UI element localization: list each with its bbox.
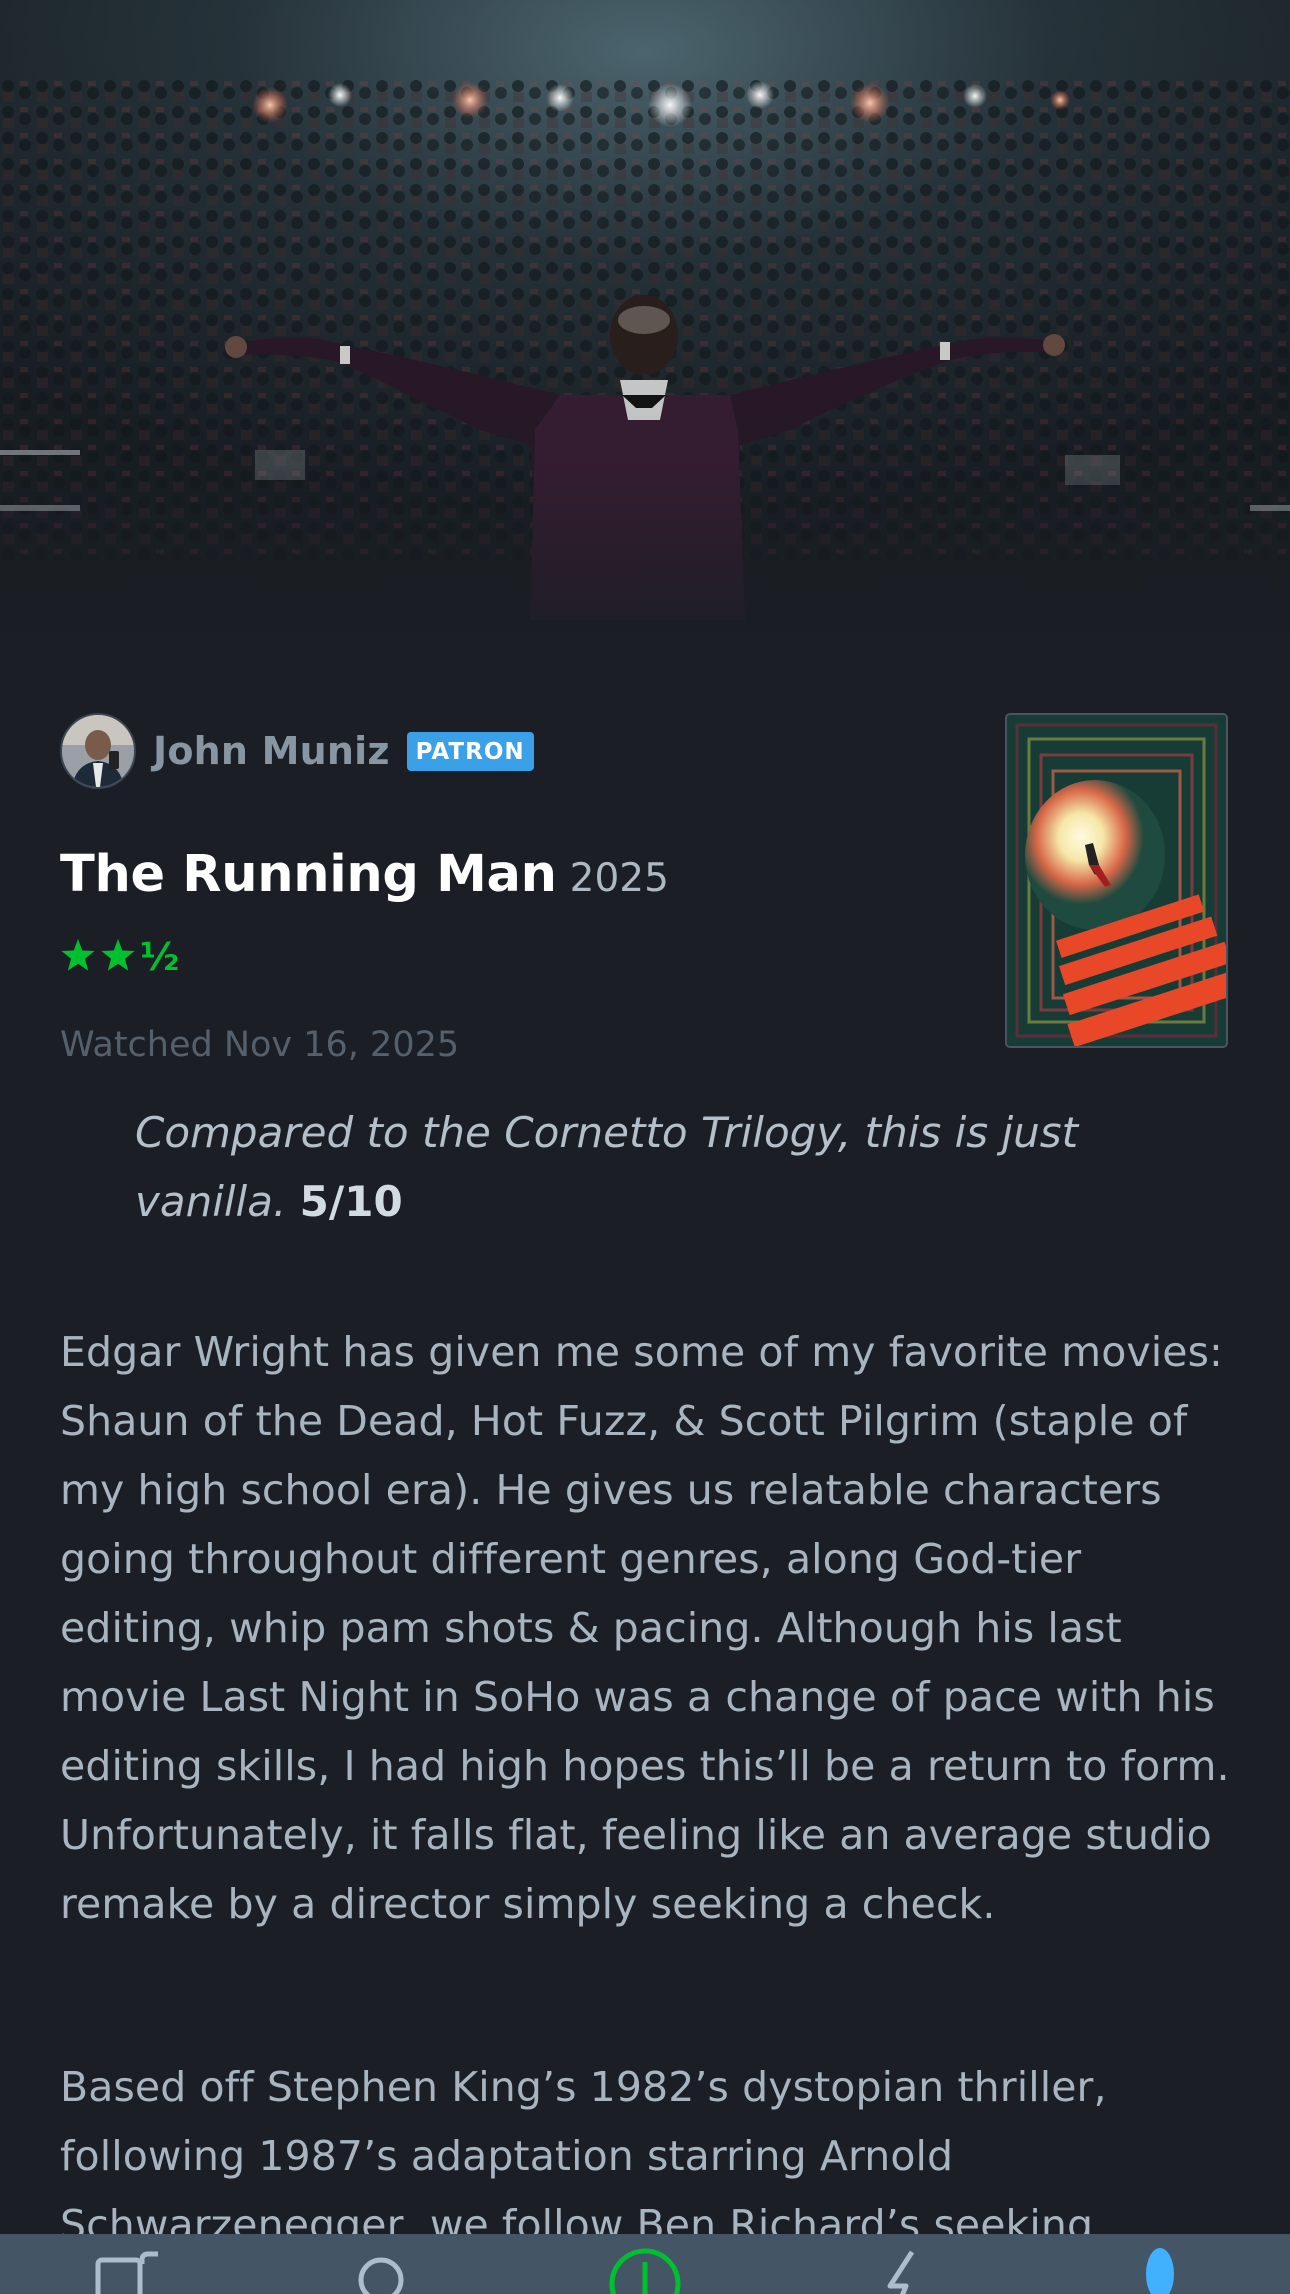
review-paragraph: Edgar Wright has given me some of my fav… (60, 1328, 1230, 1928)
patron-badge: PATRON (406, 731, 534, 771)
film-title[interactable]: The Running Man (60, 845, 557, 904)
search-icon[interactable] (345, 2234, 425, 2294)
films-icon[interactable] (92, 2234, 172, 2294)
star-icon (61, 939, 95, 971)
review-paragraph: Based off Stephen King’s 1982’s dystopia… (60, 2063, 1107, 2249)
film-year[interactable]: 2025 (570, 856, 669, 901)
tab-bar (0, 2234, 1290, 2294)
review-quote: Compared to the Cornetto Trilogy, this i… (135, 1098, 1215, 1236)
film-poster[interactable] (1005, 713, 1228, 1048)
star-rating: ½ (60, 933, 190, 983)
profile-icon[interactable] (1120, 2234, 1200, 2294)
backdrop-image (0, 0, 1290, 660)
quote-score: 5/10 (299, 1177, 403, 1226)
half-star-icon: ½ (140, 935, 179, 979)
quote-text: Compared to the Cornetto Trilogy, this i… (135, 1108, 1079, 1226)
activity-icon[interactable] (870, 2234, 950, 2294)
film-title-row[interactable]: The Running Man 2025 (60, 845, 669, 904)
watched-date: Watched Nov 16, 2025 (60, 1025, 460, 1065)
avatar[interactable] (60, 713, 136, 789)
star-icon (101, 939, 135, 971)
author-name[interactable]: John Muniz (153, 729, 390, 773)
add-icon[interactable] (605, 2234, 685, 2294)
author-row[interactable]: John Muniz PATRON (60, 713, 534, 789)
